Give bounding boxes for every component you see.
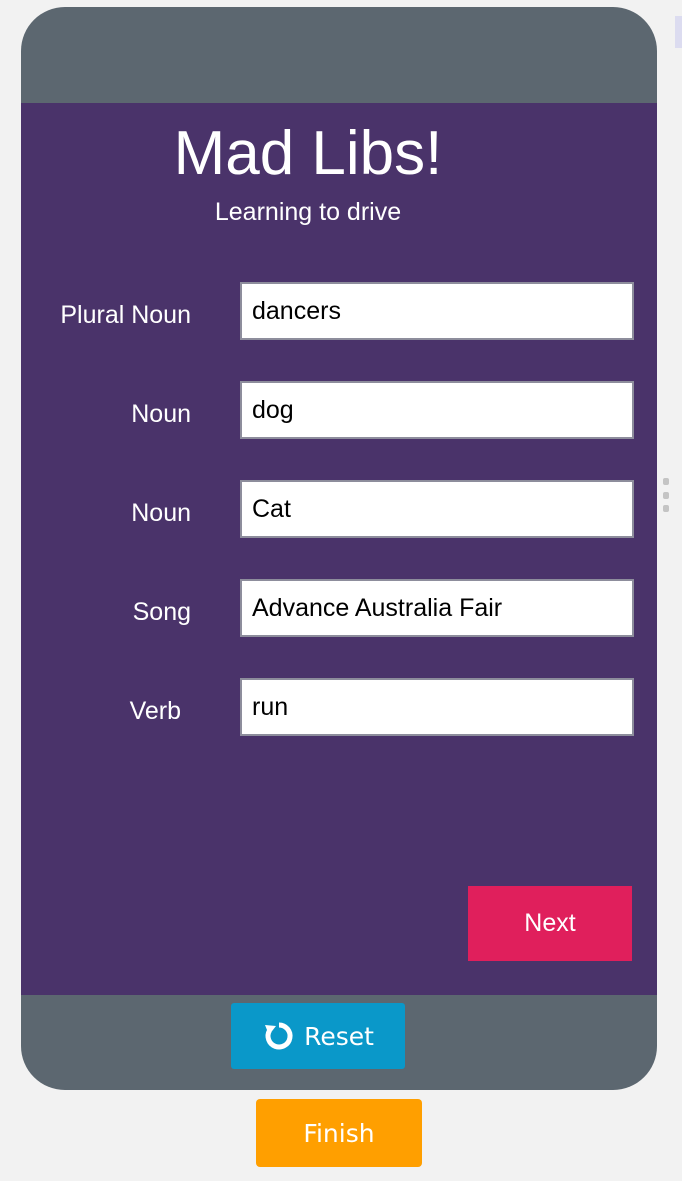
next-button[interactable]: Next	[468, 886, 632, 961]
field-row-noun: Noun	[21, 381, 657, 439]
field-row-noun-2: Noun	[21, 480, 657, 538]
handle-dot	[663, 478, 669, 485]
verb-input[interactable]	[240, 678, 634, 736]
field-label: Plural Noun	[60, 301, 191, 329]
handle-dot	[663, 505, 669, 512]
handle-dot	[663, 491, 669, 499]
app-subtitle: Learning to drive	[214, 198, 402, 226]
field-label: Verb	[129, 697, 181, 725]
resize-handle[interactable]	[663, 478, 669, 512]
reset-icon	[264, 1021, 294, 1051]
app-screen: Mad Libs! Learning to drive Plural Noun …	[21, 103, 657, 995]
field-label: Noun	[131, 499, 191, 527]
field-label: Noun	[131, 400, 191, 428]
noun-2-input[interactable]	[240, 480, 634, 538]
device-frame: Mad Libs! Learning to drive Plural Noun …	[21, 7, 657, 1090]
field-row-song: Song	[21, 579, 657, 637]
reset-label: Reset	[304, 1021, 374, 1051]
field-row-verb: Verb	[21, 678, 657, 736]
app-title: Mad Libs!	[173, 119, 443, 188]
field-row-plural-noun: Plural Noun	[21, 282, 657, 340]
plural-noun-input[interactable]	[240, 282, 634, 340]
field-label: Song	[132, 598, 191, 626]
noun-input[interactable]	[240, 381, 634, 439]
song-input[interactable]	[240, 579, 634, 637]
reset-button[interactable]: Reset	[231, 1003, 405, 1069]
finish-button[interactable]: Finish	[256, 1099, 422, 1167]
scrollbar-tab	[675, 16, 682, 48]
